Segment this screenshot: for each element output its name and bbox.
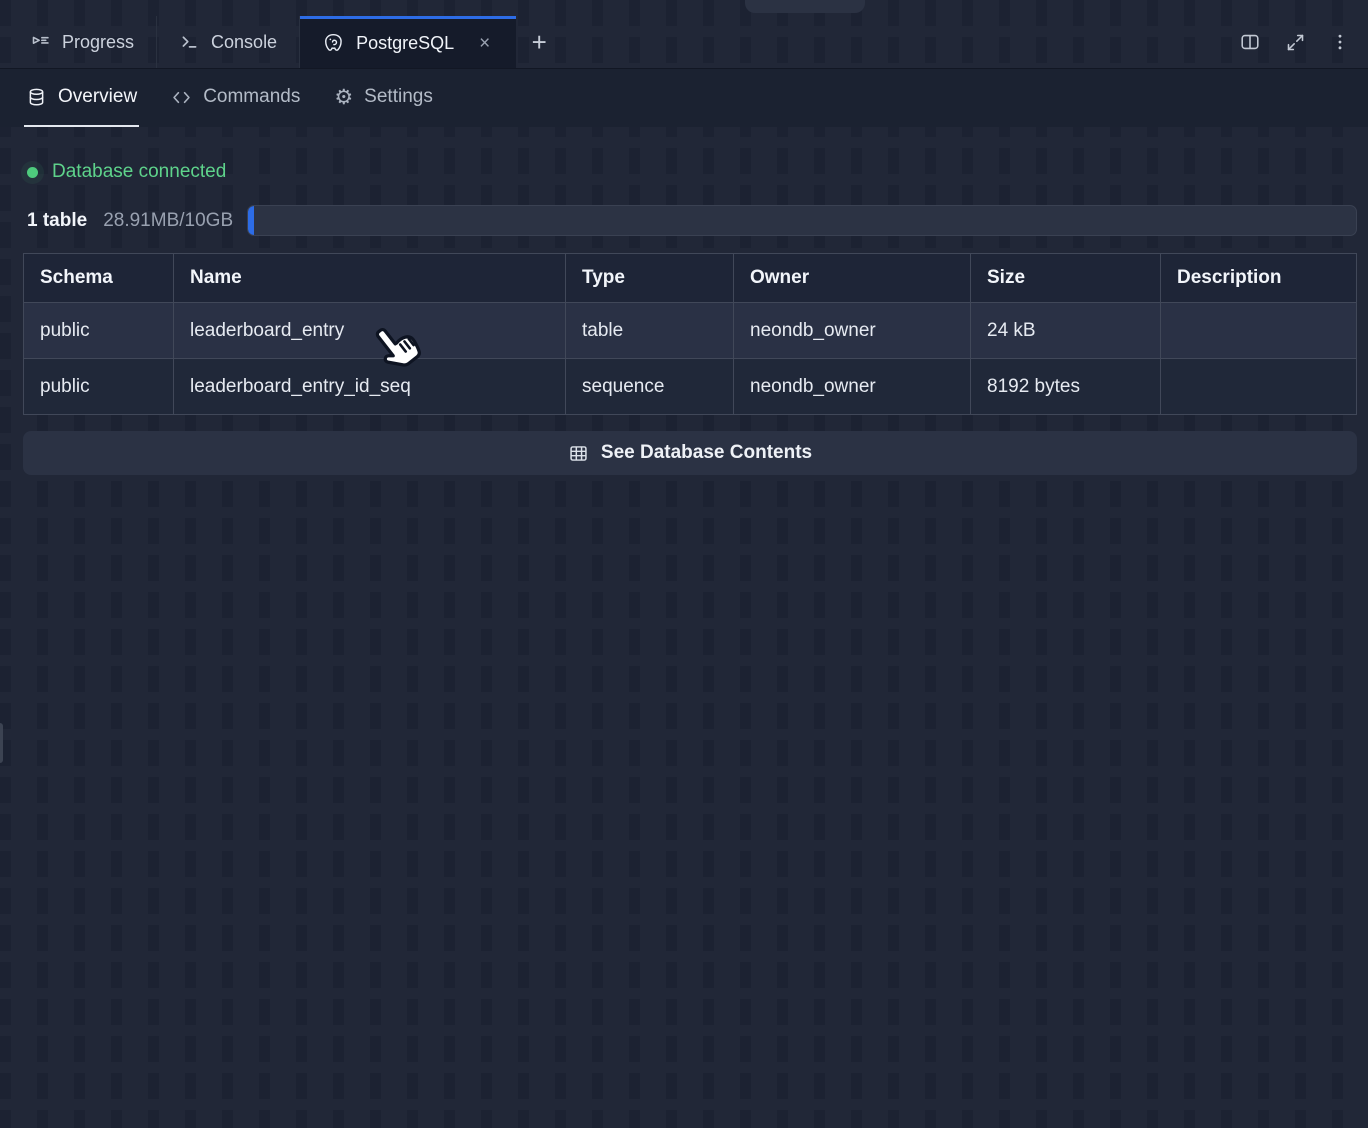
table-header-row: Schema Name Type Owner Size Description (24, 254, 1357, 303)
top-strip (0, 0, 1368, 16)
tabbar-spacer (562, 16, 1239, 68)
tab-label: Console (211, 32, 277, 53)
col-header-schema: Schema (24, 254, 174, 303)
table-row[interactable]: public leaderboard_entry table neondb_ow… (24, 303, 1357, 359)
postgresql-pane: { "window": { "tabs": [ { "label": "Prog… (0, 0, 1368, 1128)
col-header-type: Type (566, 254, 734, 303)
cell-owner: neondb_owner (734, 359, 971, 415)
pane-resize-handle[interactable] (0, 723, 3, 763)
code-brackets-icon (171, 87, 192, 108)
tab-console[interactable]: Console (157, 16, 300, 68)
split-pane-icon[interactable] (1239, 31, 1261, 53)
cell-name: leaderboard_entry (174, 303, 566, 359)
storage-usage: 28.91MB/10GB (103, 210, 233, 232)
tab-label: Progress (62, 32, 134, 53)
tab-bar: Progress Console PostgreSQL × + (0, 16, 1368, 69)
col-header-name: Name (174, 254, 566, 303)
tab-commands[interactable]: Commands (169, 69, 302, 127)
drag-handle-pill (745, 0, 865, 13)
cell-size: 24 kB (971, 303, 1161, 359)
table-grid-icon (568, 443, 589, 464)
tool-tab-label: Settings (364, 86, 433, 108)
more-options-icon[interactable] (1330, 32, 1350, 52)
storage-progress-bar (247, 205, 1357, 236)
tab-overview[interactable]: Overview (24, 69, 139, 127)
tables-count: 1 table (27, 210, 87, 232)
col-header-size: Size (971, 254, 1161, 303)
tab-settings[interactable]: ⚙ Settings (332, 69, 434, 127)
tab-postgresql[interactable]: PostgreSQL × (300, 16, 516, 68)
pane-toolbar: Overview Commands ⚙ Settings (0, 69, 1368, 127)
storage-progress-fill (248, 206, 254, 235)
col-header-description: Description (1161, 254, 1357, 303)
tab-label: PostgreSQL (356, 33, 454, 54)
cell-name: leaderboard_entry_id_seq (174, 359, 566, 415)
cell-schema: public (24, 359, 174, 415)
cell-owner: neondb_owner (734, 303, 971, 359)
cell-description (1161, 303, 1357, 359)
overview-content: Database connected 1 table 28.91MB/10GB … (0, 127, 1368, 475)
cell-schema: public (24, 303, 174, 359)
tool-tab-label: Overview (58, 86, 137, 108)
gear-icon: ⚙ (334, 87, 353, 108)
cell-description (1161, 359, 1357, 415)
cell-type: table (566, 303, 734, 359)
new-tab-button[interactable]: + (516, 16, 562, 68)
see-database-contents-button[interactable]: See Database Contents (23, 431, 1357, 475)
postgresql-elephant-icon (322, 32, 345, 55)
db-status-text: Database connected (52, 161, 226, 183)
cell-type: sequence (566, 359, 734, 415)
usage-row: 1 table 28.91MB/10GB (23, 205, 1357, 236)
col-header-owner: Owner (734, 254, 971, 303)
tool-tab-label: Commands (203, 86, 300, 108)
db-status: Database connected (27, 161, 1357, 183)
progress-icon (30, 32, 51, 53)
button-label: See Database Contents (601, 442, 812, 464)
tab-progress[interactable]: Progress (8, 16, 157, 68)
close-tab-icon[interactable]: × (475, 32, 494, 55)
db-objects-table: Schema Name Type Owner Size Description … (23, 253, 1357, 415)
table-row[interactable]: public leaderboard_entry_id_seq sequence… (24, 359, 1357, 415)
cell-size: 8192 bytes (971, 359, 1161, 415)
expand-icon[interactable] (1285, 32, 1306, 53)
connected-dot-icon (27, 167, 38, 178)
tabbar-actions (1239, 16, 1368, 68)
console-icon (179, 32, 200, 53)
database-icon (26, 87, 47, 108)
